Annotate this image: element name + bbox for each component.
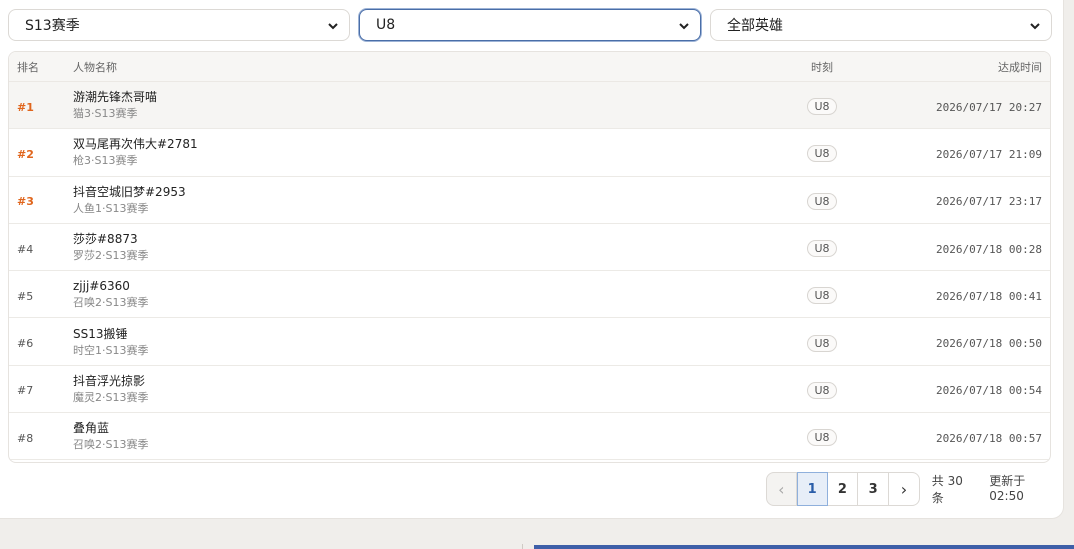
rank-cell: #7: [17, 384, 34, 398]
rank-cell: #2: [17, 147, 34, 161]
player-name: 游潮先锋杰哥喵: [73, 90, 158, 105]
tick-badge: U8: [807, 429, 837, 447]
rank-cell: #5: [17, 289, 34, 303]
player-name: 叠角蓝: [73, 421, 110, 436]
chevron-down-icon: [1030, 23, 1040, 30]
season-label: S13赛季: [94, 154, 138, 168]
player-name: 抖音空城旧梦#2953: [73, 184, 186, 199]
table-row[interactable]: #4 莎莎#8873 罗莎2·S13赛季 U8 2026/07/18 00:28: [9, 224, 1050, 272]
leaderboard-card: S13赛季 U8 全部英雄 排名 人物名称 时刻 达成时间 #1 游潮先锋杰哥喵…: [0, 0, 1064, 519]
tick-select[interactable]: U8: [359, 9, 701, 41]
player-meta: 罗莎2·S13赛季: [73, 249, 149, 263]
achieved-time: 2026/07/18 00:57: [936, 431, 1042, 445]
tick-badge: U8: [807, 240, 837, 258]
hero-label: 枪3: [73, 154, 91, 168]
hero-select-value: 全部英雄: [727, 18, 783, 34]
ranking-table: 排名 人物名称 时刻 达成时间 #1 游潮先锋杰哥喵 猫3·S13赛季 U8 2…: [8, 51, 1051, 463]
tick-badge: U8: [807, 381, 837, 399]
season-label: S13赛季: [94, 107, 138, 121]
season-select-value: S13赛季: [25, 18, 80, 34]
table-row[interactable]: #6 SS13搬锤 时空1·S13赛季 U8 2026/07/18 00:50: [9, 318, 1050, 366]
tick-badge: U8: [807, 192, 837, 210]
chevron-down-icon: [328, 23, 338, 30]
player-meta: 召唤2·S13赛季: [73, 296, 149, 310]
season-select[interactable]: S13赛季: [8, 9, 350, 41]
updated-time: 更新于 02:50: [989, 474, 1026, 503]
achieved-time: 2026/07/17 21:09: [936, 147, 1042, 161]
player-meta: 时空1·S13赛季: [73, 343, 149, 357]
achieved-time: 2026/07/18 00:28: [936, 242, 1042, 256]
rank-cell: #4: [17, 242, 34, 256]
tick-badge: U8: [807, 145, 837, 163]
table-header: 排名 人物名称 时刻 达成时间: [9, 52, 1050, 82]
hero-label: 人鱼1: [73, 201, 102, 215]
hero-label: 时空1: [73, 343, 102, 357]
tick-select-value: U8: [376, 17, 396, 33]
hero-label: 罗莎2: [73, 249, 102, 263]
season-label: S13赛季: [105, 201, 149, 215]
table-row[interactable]: #5 zjjj#6360 召唤2·S13赛季 U8 2026/07/18 00:…: [9, 271, 1050, 319]
achieved-time: 2026/07/17 23:17: [936, 195, 1042, 209]
table-row[interactable]: #3 抖音空城旧梦#2953 人鱼1·S13赛季 U8 2026/07/17 2…: [9, 177, 1050, 224]
chevron-right-icon: ›: [900, 479, 908, 499]
page-button-2[interactable]: 2: [827, 472, 859, 506]
divider: [522, 544, 523, 549]
season-label: S13赛季: [105, 296, 149, 310]
hero-label: 猫3: [73, 107, 91, 121]
rank-cell: #1: [17, 100, 34, 114]
tick-badge: U8: [807, 98, 837, 116]
player-name: SS13搬锤: [73, 326, 128, 341]
hero-label: 召唤2: [73, 296, 102, 310]
chevron-left-icon: ‹: [778, 479, 785, 499]
header-tick: 时刻: [811, 60, 833, 74]
season-label: S13赛季: [105, 249, 149, 263]
player-name: 莎莎#8873: [73, 232, 138, 247]
prev-page-button[interactable]: ‹: [766, 472, 797, 506]
pagination-info: 共 30 条 更新于 02:50: [932, 472, 1063, 506]
table-body: #1 游潮先锋杰哥喵 猫3·S13赛季 U8 2026/07/17 20:27 …: [9, 82, 1050, 461]
pagination: ‹ 1 2 3 › 共 30 条 更新于 02:50: [766, 472, 1063, 506]
player-meta: 猫3·S13赛季: [73, 107, 138, 121]
season-label: S13赛季: [105, 438, 149, 452]
player-name: 抖音浮光掠影: [73, 373, 146, 388]
achieved-time: 2026/07/18 00:41: [936, 289, 1042, 303]
page-button-1[interactable]: 1: [796, 472, 828, 506]
total-count: 共 30 条: [931, 474, 963, 505]
season-label: S13赛季: [105, 390, 149, 404]
table-row[interactable]: #2 双马尾再次伟大#2781 枪3·S13赛季 U8 2026/07/17 2…: [9, 129, 1050, 177]
player-meta: 人鱼1·S13赛季: [73, 201, 149, 215]
page-button-3[interactable]: 3: [858, 472, 890, 506]
rank-cell: #8: [17, 431, 34, 445]
rank-cell: #6: [17, 337, 34, 351]
achieved-time: 2026/07/18 00:50: [936, 337, 1042, 351]
next-page-button[interactable]: ›: [889, 472, 920, 506]
achieved-time: 2026/07/18 00:54: [936, 384, 1042, 398]
season-label: S13赛季: [105, 343, 149, 357]
header-time: 达成时间: [998, 60, 1042, 74]
achieved-time: 2026/07/17 20:27: [936, 100, 1042, 114]
player-meta: 枪3·S13赛季: [73, 154, 138, 168]
tick-badge: U8: [807, 334, 837, 352]
header-rank: 排名: [17, 60, 39, 74]
table-row[interactable]: #1 游潮先锋杰哥喵 猫3·S13赛季 U8 2026/07/17 20:27: [9, 82, 1050, 130]
hero-select[interactable]: 全部英雄: [710, 9, 1052, 41]
player-name: 双马尾再次伟大#2781: [73, 137, 198, 152]
header-name: 人物名称: [73, 60, 117, 74]
hero-label: 魔灵2: [73, 390, 102, 404]
filter-bar: S13赛季 U8 全部英雄: [8, 9, 1052, 41]
chevron-down-icon: [679, 23, 689, 30]
hero-label: 召唤2: [73, 438, 102, 452]
player-meta: 召唤2·S13赛季: [73, 438, 149, 452]
rank-cell: #3: [17, 195, 34, 209]
table-row[interactable]: #8 叠角蓝 召唤2·S13赛季 U8 2026/07/18 00:57: [9, 413, 1050, 461]
player-meta: 魔灵2·S13赛季: [73, 390, 149, 404]
player-name: zjjj#6360: [73, 279, 130, 294]
tick-badge: U8: [807, 287, 837, 305]
table-row[interactable]: #7 抖音浮光掠影 魔灵2·S13赛季 U8 2026/07/18 00:54: [9, 366, 1050, 414]
bottom-accent-bar: [534, 545, 1074, 549]
